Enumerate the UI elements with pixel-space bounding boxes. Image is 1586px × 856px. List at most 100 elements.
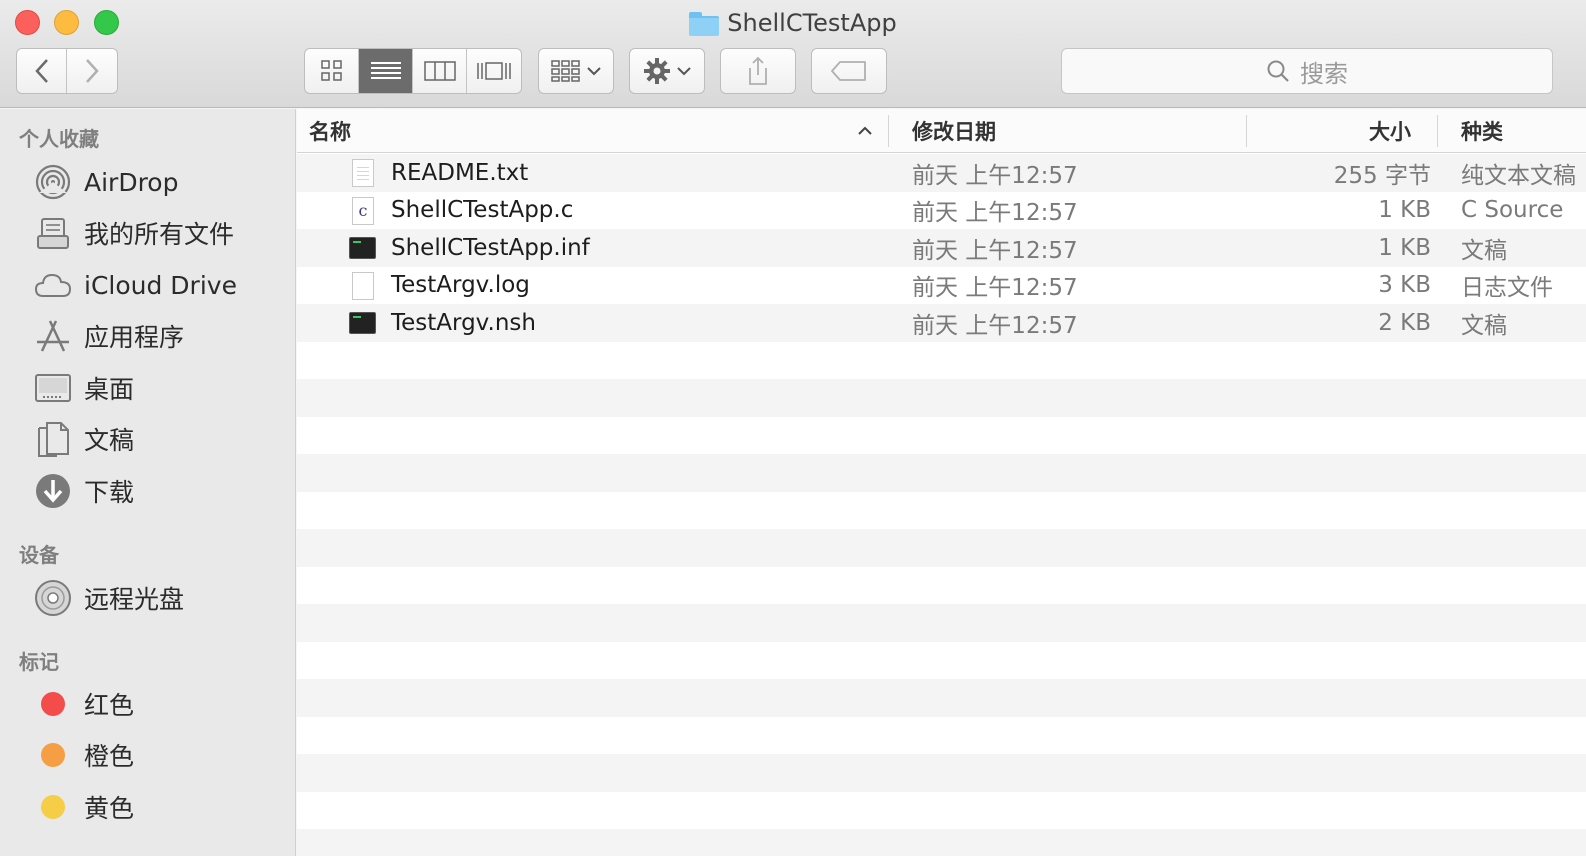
file-size: 1 KB [1378,197,1431,224]
sidebar-item-documents[interactable]: 文稿 [0,415,296,463]
table-row[interactable]: c ShellCTestApp.c 前天 上午12:57 1 KB C Sour… [297,191,1586,229]
empty-row [297,679,1586,717]
column-divider[interactable] [888,115,889,147]
column-view-button[interactable] [413,49,467,93]
share-icon [749,56,767,85]
action-button[interactable] [629,48,705,94]
empty-row [297,341,1586,379]
table-row[interactable]: README.txt 前天 上午12:57 255 字节 纯文本文稿 [297,154,1586,192]
blank-file-icon [349,271,377,300]
file-kind: 文稿 [1461,237,1507,264]
search-placeholder: 搜索 [1300,59,1348,88]
sidebar-item-airdrop[interactable]: AirDrop [0,158,296,206]
cover-flow-icon [477,62,511,80]
back-button[interactable] [17,49,67,93]
toolbar: ShellCTestApp 搜索 [0,0,1586,108]
file-size: 1 KB [1378,234,1431,261]
empty-row [297,454,1586,492]
chevron-down-icon [587,67,601,76]
empty-row [297,416,1586,454]
column-header-size[interactable]: 大小 [1257,109,1411,153]
empty-row [297,829,1586,856]
file-name: ShellCTestApp.inf [391,234,590,261]
terminal-file-icon [349,234,377,262]
sidebar-item-tag-orange[interactable]: 橙色 [0,731,296,779]
chevron-down-icon [677,67,691,76]
list-view-button[interactable] [359,49,413,93]
column-header-name-label: 名称 [309,120,351,144]
view-mode-control [304,48,522,94]
sidebar-item-label: 橙色 [84,742,135,771]
sidebar-header-favorites: 个人收藏 [19,127,99,151]
table-row[interactable]: TestArgv.log 前天 上午12:57 3 KB 日志文件 [297,266,1586,304]
empty-row [297,716,1586,754]
column-header-name[interactable]: 名称 [309,109,879,153]
sidebar-item-label: 应用程序 [84,323,185,352]
tag-button[interactable] [811,48,887,94]
file-name: TestArgv.nsh [391,309,536,336]
empty-row [297,754,1586,792]
sort-ascending-icon [858,126,872,135]
chevron-left-icon [34,59,48,83]
icon-view-button[interactable] [305,49,359,93]
file-rows: README.txt 前天 上午12:57 255 字节 纯文本文稿 c She… [297,154,1586,856]
file-size: 2 KB [1378,309,1431,336]
terminal-file-icon [349,309,377,337]
gallery-view-button[interactable] [467,49,521,93]
empty-row [297,491,1586,529]
file-date: 前天 上午12:57 [912,237,1078,264]
empty-row [297,566,1586,604]
file-name: TestArgv.log [391,272,530,299]
file-size: 3 KB [1378,272,1431,299]
arrange-button[interactable] [538,48,614,94]
disc-icon [34,579,72,617]
empty-row [297,529,1586,567]
sidebar-item-label: 黄色 [84,794,135,823]
column-header-date[interactable]: 修改日期 [912,109,1232,153]
window-title-text: ShellCTestApp [727,9,897,37]
table-row[interactable]: ShellCTestApp.inf 前天 上午12:57 1 KB 文稿 [297,229,1586,267]
search-field[interactable]: 搜索 [1061,48,1553,94]
search-icon [1267,60,1289,82]
all-files-icon [34,214,72,252]
sidebar-item-tag-red[interactable]: 红色 [0,680,296,728]
sidebar-item-icloud-drive[interactable]: iCloud Drive [0,261,296,309]
sidebar-item-tag-yellow[interactable]: 黄色 [0,783,296,831]
column-header-kind[interactable]: 种类 [1461,109,1581,153]
empty-row [297,604,1586,642]
column-divider[interactable] [1246,115,1247,147]
text-file-icon [349,159,377,187]
documents-icon [34,420,72,458]
empty-row [297,791,1586,829]
file-date: 前天 上午12:57 [912,312,1078,339]
sidebar-item-label: 红色 [84,691,135,720]
share-button[interactable] [720,48,796,94]
column-divider[interactable] [1437,115,1438,147]
applications-icon [34,317,72,355]
icon-grid-icon [320,60,342,81]
cloud-icon [34,266,72,304]
sidebar-item-all-files[interactable]: 我的所有文件 [0,209,296,257]
sidebar-item-desktop[interactable]: 桌面 [0,364,296,412]
file-date: 前天 上午12:57 [912,162,1078,189]
table-row[interactable]: TestArgv.nsh 前天 上午12:57 2 KB 文稿 [297,304,1586,342]
sidebar-item-label: 远程光盘 [84,585,185,614]
sidebar-item-label: AirDrop [84,167,179,197]
chevron-right-icon [86,59,99,83]
column-header-row: 名称 修改日期 大小 种类 [297,109,1586,153]
arrange-grid-icon [551,60,580,82]
column-header-date-label: 修改日期 [912,120,996,144]
gear-icon [644,58,670,84]
c-source-icon: c [349,196,377,225]
forward-button[interactable] [67,49,117,93]
file-kind: 文稿 [1461,312,1507,339]
file-kind: 纯文本文稿 [1461,162,1576,189]
folder-icon [689,12,720,36]
finder-window: ShellCTestApp 搜索 个人收藏 AirDrop 我的所有文件 iCl… [0,0,1586,856]
sidebar-header-devices: 设备 [19,543,59,567]
sidebar-item-remote-disc[interactable]: 远程光盘 [0,574,296,622]
navigation-buttons [16,48,118,94]
file-size: 255 字节 [1333,162,1431,189]
sidebar-item-downloads[interactable]: 下载 [0,467,296,515]
sidebar-item-applications[interactable]: 应用程序 [0,312,296,360]
